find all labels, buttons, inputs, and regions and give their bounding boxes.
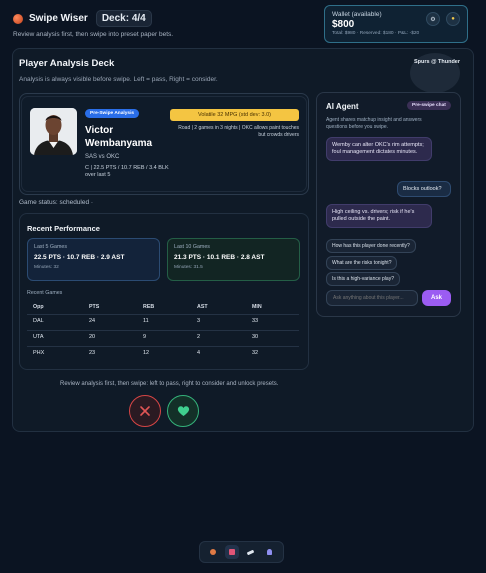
wallet-card: Wallet (available) $800 Total: $980 · Re…	[324, 5, 468, 43]
suggestion-chip[interactable]: What are the risks tonight?	[326, 256, 398, 270]
last5-stat-box: Last 5 Games 22.5 PTS · 10.7 REB · 2.9 A…	[27, 238, 160, 281]
table-row: PHX 23 12 4 32	[27, 348, 299, 360]
gear-icon: ⚙	[430, 16, 436, 23]
table-cell: 12	[143, 350, 150, 356]
table-cell: 24	[89, 318, 96, 324]
table-divider	[27, 314, 299, 315]
table-cell: UTA	[33, 334, 44, 340]
table-row: UTA 20 9 2 30	[27, 332, 299, 344]
table-cell: 32	[252, 350, 259, 356]
last5-minutes: Minutes: 32	[34, 265, 59, 270]
player-context-note: Road | 2 games in 3 nights | OKC allows …	[178, 125, 299, 138]
heart-icon	[177, 406, 189, 416]
ai-agent-description: Agent shares matchup insight and answers…	[326, 117, 422, 130]
suggestion-chip[interactable]: Is this a high-variance play?	[326, 272, 400, 286]
table-cell: 30	[252, 334, 259, 340]
wallet-summary: Total: $980 · Reserved: $180 · P&L: -$20	[332, 31, 420, 36]
volatility-badge: Volatile 32 MPG (std dev: 3.0)	[170, 109, 299, 121]
ticket-icon	[247, 549, 255, 555]
table-cell: 4	[197, 350, 201, 356]
nav-bets[interactable]	[244, 545, 258, 559]
table-cell: 3	[197, 318, 201, 324]
settings-button[interactable]: ⚙	[426, 12, 440, 26]
table-row: DAL 24 11 3 33	[27, 316, 299, 328]
recent-games-label: Recent Games	[27, 290, 63, 296]
recent-performance-title: Recent Performance	[27, 224, 100, 233]
last5-line: 22.5 PTS · 10.7 REB · 2.9 AST	[34, 254, 125, 261]
player-last-name: Wembanyama	[85, 138, 153, 149]
pre-swipe-chat-badge: Pre-swipe chat	[407, 101, 451, 110]
ai-agent-title: AI Agent	[326, 102, 359, 111]
swipe-instructions: Review analysis first, then swipe: left …	[60, 381, 279, 387]
pre-swipe-badge: Pre-Swipe Analysis	[85, 109, 140, 118]
table-divider	[27, 330, 299, 331]
matchup-label: Spurs @ Thunder	[414, 59, 461, 65]
consider-button[interactable]	[167, 395, 199, 427]
agent-message: High ceiling vs. drivers; risk if he's p…	[326, 204, 432, 228]
deck-title: Player Analysis Deck	[19, 58, 115, 69]
last10-line: 21.3 PTS · 10.1 REB · 2.8 AST	[174, 254, 265, 261]
agent-question-input[interactable]	[326, 290, 418, 306]
column-header-ast: AST	[197, 304, 208, 310]
player-stat-line: C | 22.5 PTS / 10.7 REB / 3.4 BLK over l…	[85, 165, 169, 178]
nav-home[interactable]	[206, 545, 220, 559]
table-divider	[27, 346, 299, 347]
table-cell: 9	[143, 334, 147, 340]
table-cell: 33	[252, 318, 259, 324]
agent-message: Wemby can alter OKC's rim attempts; foul…	[326, 137, 432, 161]
nav-profile[interactable]	[263, 545, 277, 559]
table-cell: 23	[89, 350, 96, 356]
wallet-label: Wallet (available)	[332, 11, 382, 18]
column-header-opp: Opp	[33, 304, 44, 310]
notifications-button[interactable]: ●	[446, 12, 460, 26]
basketball-icon	[210, 549, 217, 555]
tagline: Review analysis first, then swipe into p…	[13, 31, 174, 38]
table-cell: 11	[143, 318, 149, 324]
basketball-logo-icon	[13, 13, 23, 24]
player-photo	[30, 108, 77, 155]
user-message: Blocks outlook?	[397, 181, 451, 197]
column-header-reb: REB	[143, 304, 155, 310]
ask-button[interactable]: Ask	[422, 290, 451, 306]
last5-label: Last 5 Games	[34, 244, 67, 250]
close-icon	[140, 406, 150, 416]
suggestion-chip[interactable]: How has this player done recently?	[326, 239, 416, 253]
pass-button[interactable]	[129, 395, 161, 427]
column-header-pts: PTS	[89, 304, 100, 310]
deck-icon	[229, 549, 236, 555]
profile-icon	[267, 549, 273, 555]
table-cell: PHX	[33, 350, 45, 356]
player-first-name: Victor	[85, 125, 114, 136]
column-header-min: MIN	[252, 304, 262, 310]
game-status: Game status: scheduled ·	[19, 199, 94, 206]
deck-counter: Deck: 4/4	[95, 10, 152, 27]
bell-icon: ●	[451, 16, 455, 22]
nav-deck[interactable]	[225, 545, 240, 559]
deck-description: Analysis is always visible before swipe.…	[19, 76, 218, 83]
last10-stat-box: Last 10 Games 21.3 PTS · 10.1 REB · 2.8 …	[167, 238, 300, 281]
bottom-nav	[199, 541, 284, 563]
wallet-amount: $800	[332, 19, 355, 30]
table-cell: DAL	[33, 318, 44, 324]
table-cell: 2	[197, 334, 201, 340]
table-cell: 20	[89, 334, 96, 340]
app-brand: Swipe Wiser Deck: 4/4	[13, 10, 152, 27]
app-title: Swipe Wiser	[29, 13, 88, 24]
last10-minutes: Minutes: 31.5	[174, 265, 203, 270]
last10-label: Last 10 Games	[174, 244, 210, 250]
player-team-matchup: SAS vs OKC	[85, 154, 120, 160]
